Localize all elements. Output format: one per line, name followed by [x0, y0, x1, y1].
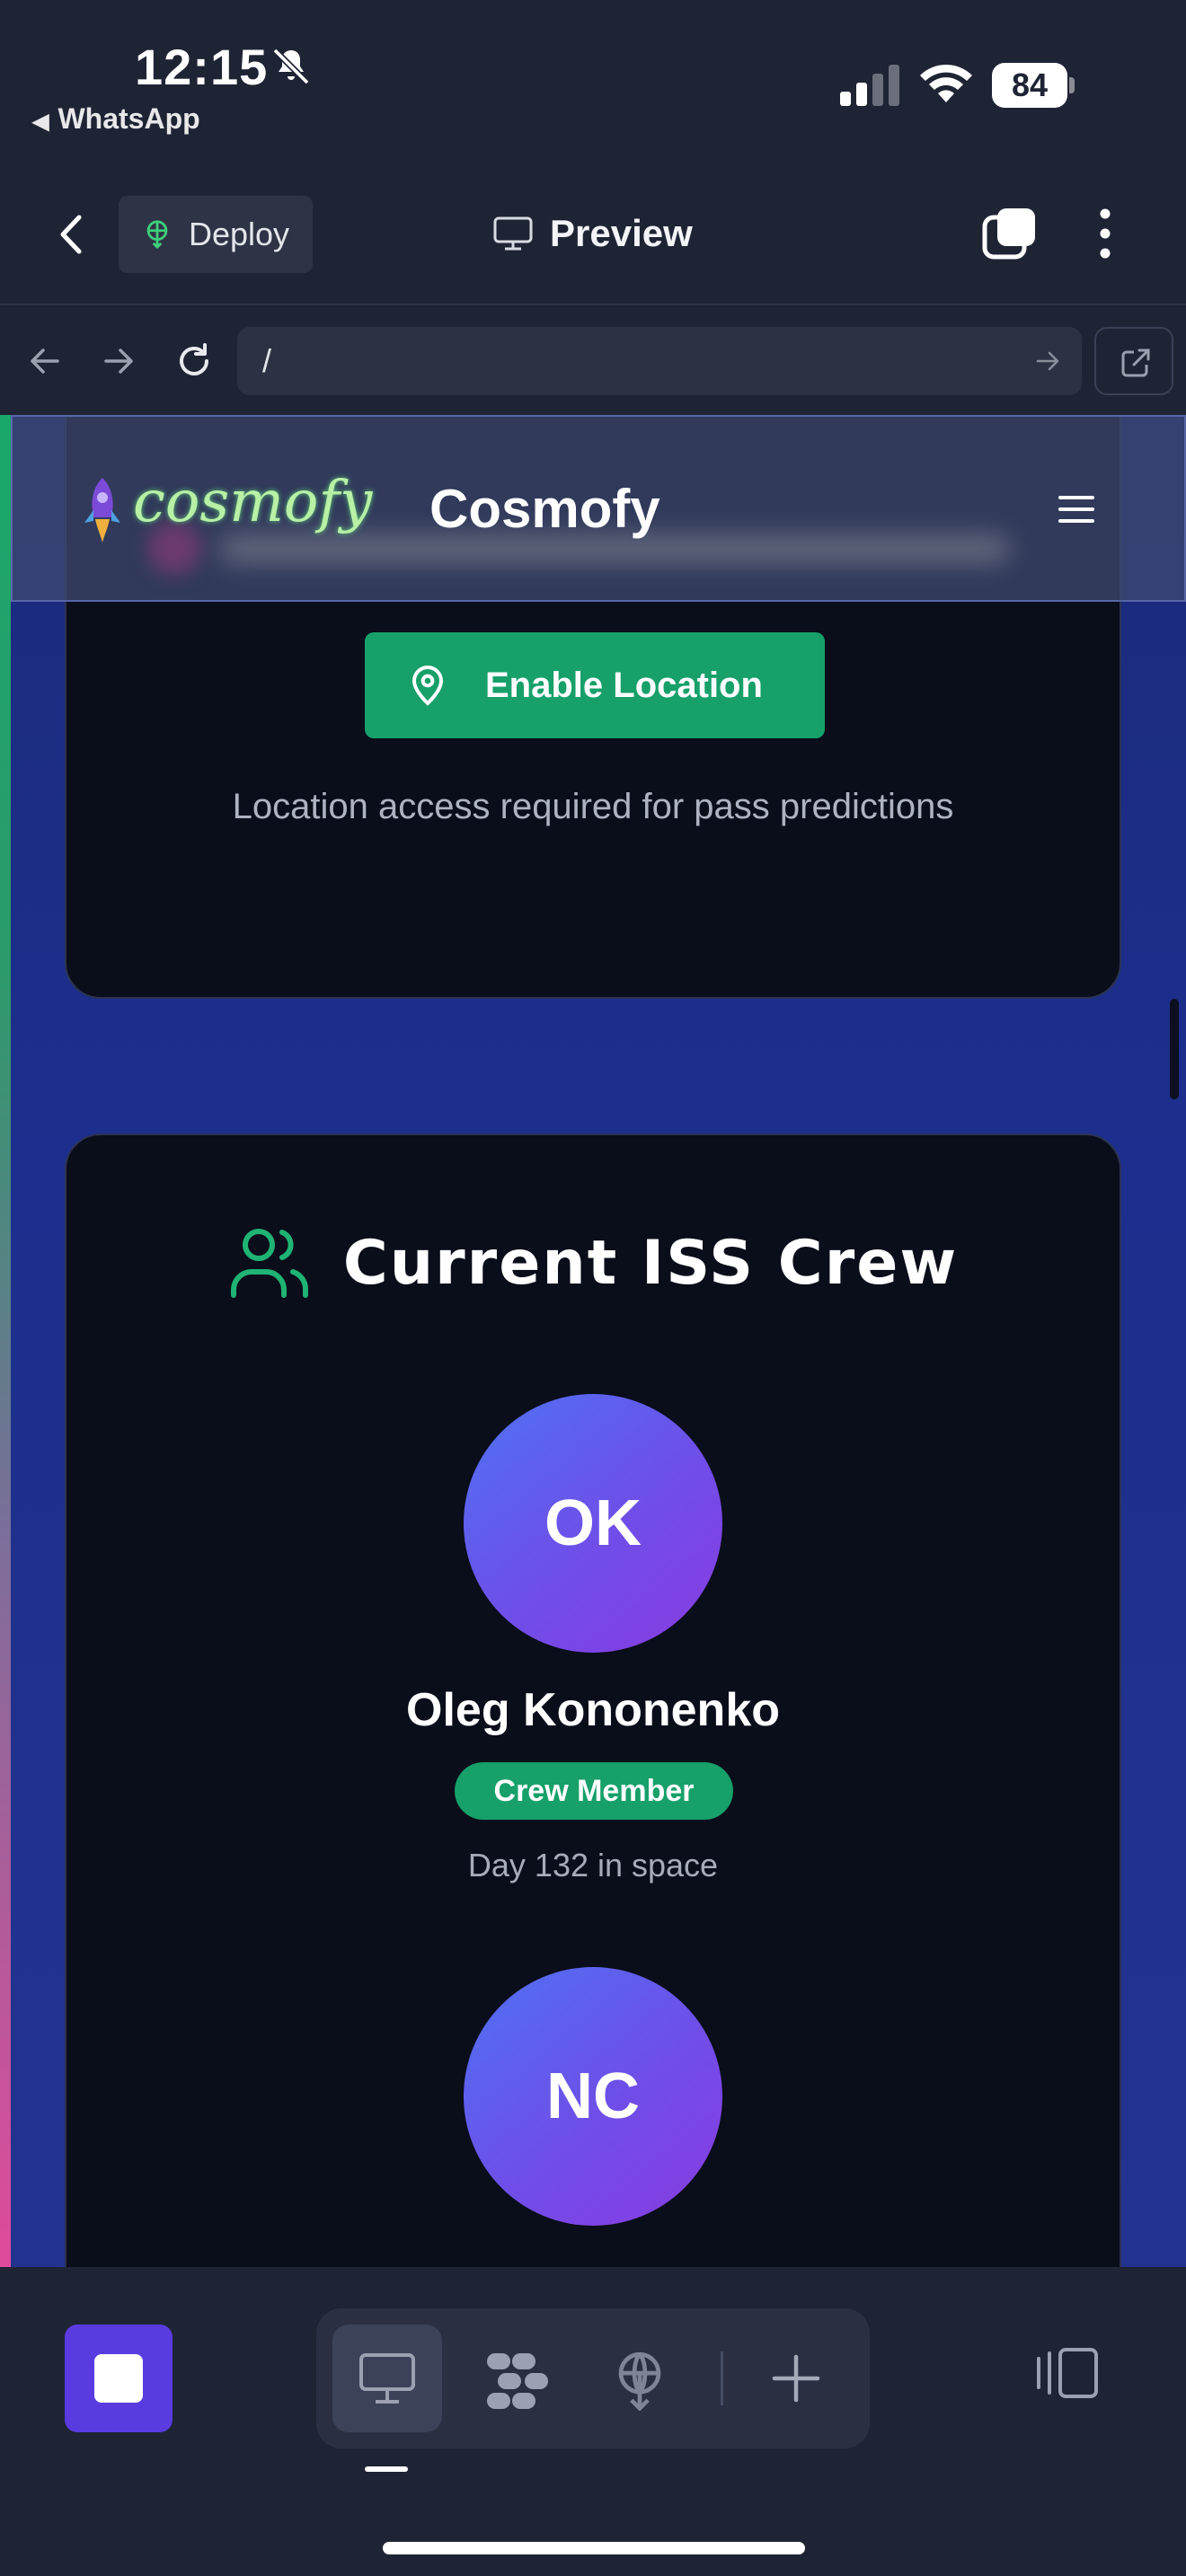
monitor-icon	[359, 2353, 415, 2404]
enable-location-button[interactable]: Enable Location	[365, 632, 825, 738]
tab-preview[interactable]	[332, 2325, 442, 2432]
enable-location-label: Enable Location	[485, 665, 763, 705]
menu-icon[interactable]	[1058, 496, 1094, 525]
deploy-globe-icon	[618, 2351, 661, 2411]
role-badge: Crew Member	[455, 1762, 733, 1820]
logo-text[interactable]: cosmofy	[133, 469, 372, 535]
browser-forward-icon[interactable]	[97, 340, 140, 383]
stop-button[interactable]	[65, 2325, 173, 2432]
member-name: Oleg Kononenko	[406, 1684, 780, 1736]
monitor-icon	[493, 216, 533, 251]
days-in-space: Day 132 in space	[467, 1847, 719, 1883]
status-time: 12:15	[135, 39, 269, 95]
url-input[interactable]: /	[237, 327, 1082, 395]
panel-toggle-icon[interactable]	[1033, 2344, 1100, 2402]
wifi-icon	[920, 64, 972, 102]
preview-label: Preview	[550, 212, 693, 254]
site-title: Cosmofy	[429, 479, 660, 539]
reload-icon[interactable]	[173, 340, 216, 383]
deploy-label: Deploy	[189, 216, 290, 252]
go-arrow-icon[interactable]	[1033, 347, 1062, 375]
url-text: /	[262, 342, 272, 379]
location-note: Location access required for pass predic…	[232, 787, 954, 826]
rocket-logo-icon	[84, 478, 120, 543]
app-header: Deploy Preview	[0, 162, 1186, 305]
crew-title: Current ISS Crew	[342, 1227, 959, 1299]
preview-left-strip	[0, 415, 11, 2267]
active-tab-indicator	[365, 2466, 408, 2472]
tab-deploy[interactable]	[586, 2325, 695, 2432]
bell-slash-icon	[272, 48, 310, 85]
avatar: NC	[464, 1967, 722, 2226]
back-to-app-link[interactable]: ◀ WhatsApp	[32, 102, 200, 136]
tab-agent[interactable]	[460, 2325, 570, 2432]
home-indicator[interactable]	[383, 2542, 805, 2554]
more-options-icon[interactable]	[1087, 205, 1123, 262]
bottom-toolbar	[0, 2267, 1186, 2576]
back-app-label: WhatsApp	[58, 102, 200, 135]
browser-bar: /	[0, 307, 1186, 415]
site-navbar: cosmofy Cosmofy	[11, 415, 1186, 602]
crew-card: Current ISS Crew OK Oleg Kononenko Crew …	[65, 1134, 1121, 2267]
plus-icon	[772, 2354, 820, 2403]
browser-back-icon[interactable]	[23, 340, 66, 383]
open-external-button[interactable]	[1094, 327, 1173, 395]
view-switcher	[316, 2308, 870, 2448]
users-icon	[230, 1229, 308, 1298]
status-bar: 12:15 ◀ WhatsApp 84	[0, 0, 1186, 162]
agent-icon	[487, 2353, 548, 2409]
battery-level: 84	[1011, 66, 1049, 103]
crew-header: Current ISS Crew	[66, 1225, 1120, 1301]
back-chevron-icon[interactable]	[54, 212, 90, 257]
deploy-globe-icon	[146, 220, 168, 250]
map-pin-icon	[412, 666, 444, 706]
stop-icon	[94, 2354, 143, 2403]
scrollbar-thumb[interactable]	[1170, 999, 1179, 1099]
external-link-icon	[1121, 348, 1150, 377]
web-viewport[interactable]: Enable Location Location access required…	[0, 415, 1186, 2267]
divider	[721, 2351, 723, 2405]
deploy-button[interactable]: Deploy	[119, 196, 313, 273]
avatar: OK	[464, 1394, 722, 1653]
add-tab-button[interactable]	[742, 2325, 852, 2432]
signal-icon	[840, 65, 899, 106]
preview-title[interactable]: Preview	[492, 212, 693, 255]
battery-icon: 84	[992, 63, 1075, 108]
tabs-icon[interactable]	[981, 205, 1039, 262]
